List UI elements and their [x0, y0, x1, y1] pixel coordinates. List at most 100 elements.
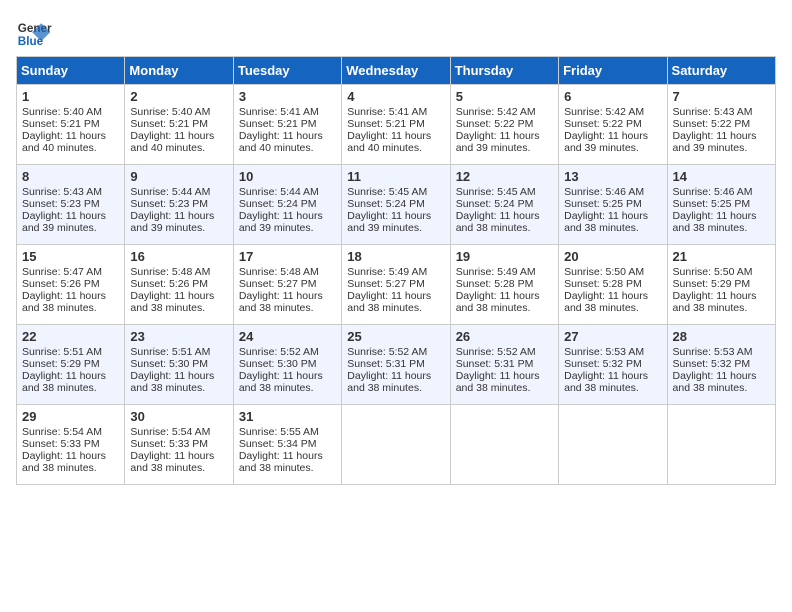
day-number: 14: [673, 169, 770, 184]
day-number: 11: [347, 169, 444, 184]
sunset-text: Sunset: 5:29 PM: [22, 358, 100, 370]
calendar-cell: 29Sunrise: 5:54 AMSunset: 5:33 PMDayligh…: [17, 405, 125, 485]
day-number: 20: [564, 249, 661, 264]
sunset-text: Sunset: 5:21 PM: [347, 118, 425, 130]
logo: General Blue: [16, 16, 52, 52]
day-number: 12: [456, 169, 553, 184]
daylight-text: Daylight: 11 hours and 38 minutes.: [239, 450, 323, 474]
day-number: 28: [673, 329, 770, 344]
day-number: 4: [347, 89, 444, 104]
calendar-cell-empty: [559, 405, 667, 485]
daylight-text: Daylight: 11 hours and 39 minutes.: [673, 130, 757, 154]
daylight-text: Daylight: 11 hours and 39 minutes.: [564, 130, 648, 154]
daylight-text: Daylight: 11 hours and 38 minutes.: [22, 370, 106, 394]
daylight-text: Daylight: 11 hours and 38 minutes.: [673, 210, 757, 234]
calendar-cell: 15Sunrise: 5:47 AMSunset: 5:26 PMDayligh…: [17, 245, 125, 325]
daylight-text: Daylight: 11 hours and 38 minutes.: [239, 290, 323, 314]
sunrise-text: Sunrise: 5:50 AM: [564, 266, 644, 278]
daylight-text: Daylight: 11 hours and 38 minutes.: [347, 370, 431, 394]
sunset-text: Sunset: 5:33 PM: [22, 438, 100, 450]
sunrise-text: Sunrise: 5:51 AM: [22, 346, 102, 358]
sunset-text: Sunset: 5:31 PM: [456, 358, 534, 370]
sunrise-text: Sunrise: 5:53 AM: [673, 346, 753, 358]
sunset-text: Sunset: 5:24 PM: [456, 198, 534, 210]
calendar-cell: 26Sunrise: 5:52 AMSunset: 5:31 PMDayligh…: [450, 325, 558, 405]
calendar-week-row: 22Sunrise: 5:51 AMSunset: 5:29 PMDayligh…: [17, 325, 776, 405]
daylight-text: Daylight: 11 hours and 39 minutes.: [130, 210, 214, 234]
day-number: 26: [456, 329, 553, 344]
daylight-text: Daylight: 11 hours and 38 minutes.: [22, 290, 106, 314]
sunrise-text: Sunrise: 5:54 AM: [22, 426, 102, 438]
daylight-text: Daylight: 11 hours and 38 minutes.: [239, 370, 323, 394]
daylight-text: Daylight: 11 hours and 38 minutes.: [22, 450, 106, 474]
day-number: 3: [239, 89, 336, 104]
calendar-cell: 21Sunrise: 5:50 AMSunset: 5:29 PMDayligh…: [667, 245, 775, 325]
daylight-text: Daylight: 11 hours and 39 minutes.: [239, 210, 323, 234]
sunrise-text: Sunrise: 5:51 AM: [130, 346, 210, 358]
sunset-text: Sunset: 5:22 PM: [456, 118, 534, 130]
calendar-cell: 13Sunrise: 5:46 AMSunset: 5:25 PMDayligh…: [559, 165, 667, 245]
sunset-text: Sunset: 5:26 PM: [130, 278, 208, 290]
sunset-text: Sunset: 5:32 PM: [564, 358, 642, 370]
sunrise-text: Sunrise: 5:44 AM: [239, 186, 319, 198]
calendar-cell: 2 Sunrise: 5:40 AMSunset: 5:21 PMDaylight…: [125, 85, 233, 165]
sunrise-text: Sunrise: 5:40 AM: [130, 106, 210, 118]
calendar-table: SundayMondayTuesdayWednesdayThursdayFrid…: [16, 56, 776, 485]
sunset-text: Sunset: 5:29 PM: [673, 278, 751, 290]
col-header-sunday: Sunday: [17, 57, 125, 85]
logo-icon: General Blue: [16, 16, 52, 52]
sunset-text: Sunset: 5:32 PM: [673, 358, 751, 370]
sunset-text: Sunset: 5:25 PM: [564, 198, 642, 210]
day-number: 6: [564, 89, 661, 104]
sunset-text: Sunset: 5:21 PM: [130, 118, 208, 130]
sunrise-text: Sunrise: 5:40 AM: [22, 106, 102, 118]
sunset-text: Sunset: 5:24 PM: [347, 198, 425, 210]
calendar-week-row: 15 Sunrise: 5:47 AM Sunset: 5:26 PM Dayligh…: [17, 245, 776, 325]
calendar-cell: 22 Sunrise: 5:51 AMSunset: 5:29 PMDayligh…: [17, 325, 125, 405]
calendar-cell: 17Sunrise: 5:48 AMSunset: 5:27 PMDayligh…: [233, 245, 341, 325]
sunset-text: Sunset: 5:30 PM: [130, 358, 208, 370]
sunset-text: Sunset: 5:21 PM: [239, 118, 317, 130]
day-number: 24: [239, 329, 336, 344]
calendar-cell: 25Sunrise: 5:52 AMSunset: 5:31 PMDayligh…: [342, 325, 450, 405]
sunrise-text: Sunrise: 5:43 AM: [673, 106, 753, 118]
daylight-text: Daylight: 11 hours and 39 minutes.: [22, 210, 106, 234]
sunrise-text: Sunrise: 5:48 AM: [239, 266, 319, 278]
sunset-text: Sunset: 5:33 PM: [130, 438, 208, 450]
daylight-text: Daylight: 11 hours and 40 minutes.: [347, 130, 431, 154]
daylight-text: Daylight: 11 hours and 38 minutes.: [456, 210, 540, 234]
day-number: 15: [22, 249, 119, 264]
sunset-text: Sunset: 5:30 PM: [239, 358, 317, 370]
day-number: 22: [22, 329, 119, 344]
daylight-text: Daylight: 11 hours and 38 minutes.: [130, 450, 214, 474]
sunrise-text: Sunrise: 5:47 AM: [22, 266, 102, 278]
day-number: 25: [347, 329, 444, 344]
calendar-cell: 18Sunrise: 5:49 AMSunset: 5:27 PMDayligh…: [342, 245, 450, 325]
calendar-cell: 30Sunrise: 5:54 AMSunset: 5:33 PMDayligh…: [125, 405, 233, 485]
col-header-tuesday: Tuesday: [233, 57, 341, 85]
daylight-text: Daylight: 11 hours and 39 minutes.: [347, 210, 431, 234]
calendar-cell: 7Sunrise: 5:43 AMSunset: 5:22 PMDaylight…: [667, 85, 775, 165]
day-number: 27: [564, 329, 661, 344]
sunset-text: Sunset: 5:23 PM: [22, 198, 100, 210]
calendar-cell: 24Sunrise: 5:52 AMSunset: 5:30 PMDayligh…: [233, 325, 341, 405]
daylight-text: Daylight: 11 hours and 40 minutes.: [130, 130, 214, 154]
calendar-cell: 6Sunrise: 5:42 AMSunset: 5:22 PMDaylight…: [559, 85, 667, 165]
daylight-text: Daylight: 11 hours and 40 minutes.: [22, 130, 106, 154]
col-header-wednesday: Wednesday: [342, 57, 450, 85]
calendar-cell: 23Sunrise: 5:51 AMSunset: 5:30 PMDayligh…: [125, 325, 233, 405]
sunset-text: Sunset: 5:24 PM: [239, 198, 317, 210]
sunrise-text: Sunrise: 5:53 AM: [564, 346, 644, 358]
calendar-cell: 20Sunrise: 5:50 AMSunset: 5:28 PMDayligh…: [559, 245, 667, 325]
sunset-text: Sunset: 5:27 PM: [239, 278, 317, 290]
calendar-week-row: 8Sunrise: 5:43 AMSunset: 5:23 PMDaylight…: [17, 165, 776, 245]
daylight-text: Daylight: 11 hours and 38 minutes.: [456, 370, 540, 394]
sunset-text: Sunset: 5:27 PM: [347, 278, 425, 290]
calendar-cell: 11Sunrise: 5:45 AMSunset: 5:24 PMDayligh…: [342, 165, 450, 245]
calendar-cell: 5Sunrise: 5:42 AMSunset: 5:22 PMDaylight…: [450, 85, 558, 165]
calendar-cell-empty: [667, 405, 775, 485]
calendar-cell-empty: [342, 405, 450, 485]
calendar-cell: 31Sunrise: 5:55 AMSunset: 5:34 PMDayligh…: [233, 405, 341, 485]
day-number: 5: [456, 89, 553, 104]
day-number: 2: [130, 89, 227, 104]
